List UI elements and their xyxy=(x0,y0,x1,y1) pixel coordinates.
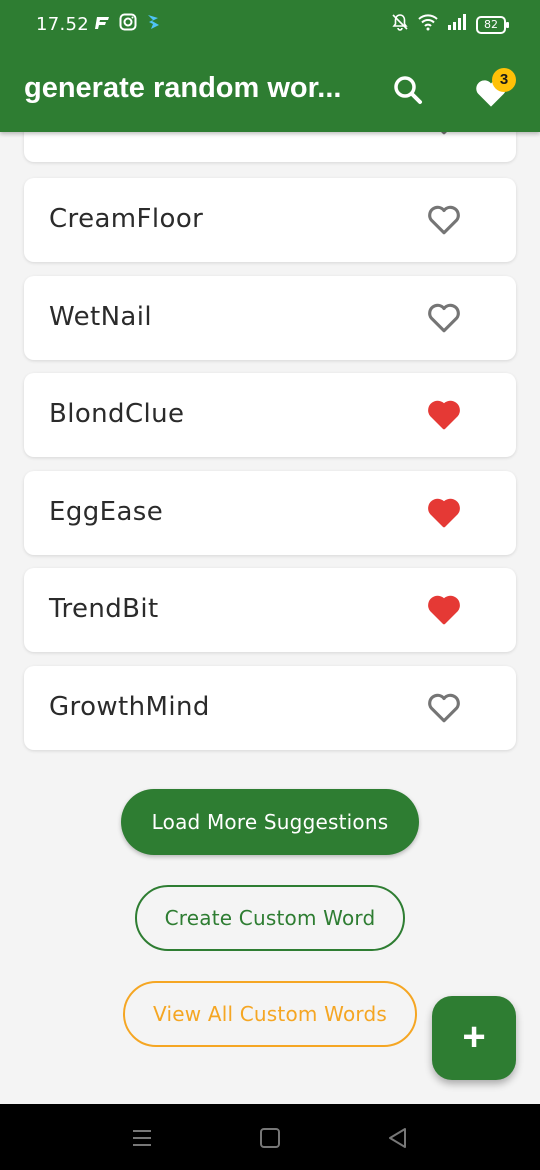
battery-icon: 82 xyxy=(476,15,509,34)
flash-icon xyxy=(94,14,110,35)
heart-outline-icon[interactable] xyxy=(427,302,461,334)
word-card[interactable]: WetNail xyxy=(24,276,516,360)
wifi-icon xyxy=(418,13,438,36)
signal-icon xyxy=(447,13,467,36)
app-bar: generate random wor... 3 xyxy=(0,48,540,132)
menu-icon xyxy=(133,1130,151,1146)
search-icon xyxy=(394,76,422,104)
back-button[interactable] xyxy=(386,1126,410,1150)
word-card[interactable]: BlondClue xyxy=(24,373,516,457)
heart-outline-icon[interactable] xyxy=(427,204,461,236)
word-card[interactable]: CreamFloor xyxy=(24,178,516,262)
status-left-icons xyxy=(94,13,162,36)
home-button[interactable] xyxy=(258,1126,282,1150)
word-label: EggEase xyxy=(49,497,164,527)
recents-button[interactable] xyxy=(130,1126,154,1150)
load-more-button[interactable]: Load More Suggestions xyxy=(121,789,419,855)
word-card[interactable]: TrendBit xyxy=(24,568,516,652)
favorites-button[interactable]: 3 xyxy=(470,68,518,116)
word-label: GrowthMind xyxy=(49,692,210,722)
app-title: generate random wor... xyxy=(24,72,342,104)
heart-outline-icon[interactable] xyxy=(427,692,461,724)
heart-filled-icon[interactable] xyxy=(427,497,461,529)
create-custom-word-button[interactable]: Create Custom Word xyxy=(135,885,405,951)
header: 17.52 82 generate random wor... 3 xyxy=(0,0,540,132)
word-label: TrendBit xyxy=(49,594,159,624)
instagram-icon xyxy=(119,13,137,36)
back-triangle-icon xyxy=(389,1128,406,1148)
heart-filled-icon[interactable] xyxy=(427,399,461,431)
word-label: WetNail xyxy=(49,302,153,332)
favorites-count-badge: 3 xyxy=(492,68,516,92)
app-notification-icon xyxy=(146,13,162,36)
status-right-icons: 82 xyxy=(391,13,509,36)
status-time: 17.52 xyxy=(36,14,90,35)
word-label: CreamFloor xyxy=(49,204,204,234)
mute-bell-icon xyxy=(391,13,409,36)
system-nav-bar xyxy=(0,1104,540,1170)
word-label: BlondClue xyxy=(49,399,185,429)
status-bar: 17.52 82 xyxy=(0,0,540,48)
square-icon xyxy=(260,1128,280,1148)
view-custom-words-button[interactable]: View All Custom Words xyxy=(123,981,417,1047)
heart-filled-icon[interactable] xyxy=(427,594,461,626)
add-fab-button[interactable]: + xyxy=(432,996,516,1080)
word-card[interactable]: EggEase xyxy=(24,471,516,555)
word-card[interactable]: GrowthMind xyxy=(24,666,516,750)
search-button[interactable] xyxy=(388,70,428,110)
